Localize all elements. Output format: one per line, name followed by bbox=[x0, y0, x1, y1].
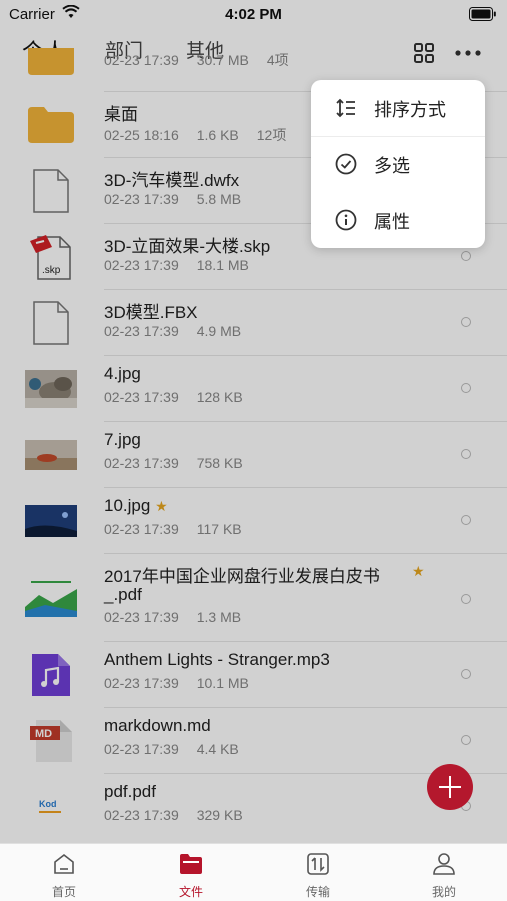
folder-nav-icon bbox=[180, 854, 202, 874]
home-icon bbox=[54, 853, 74, 874]
nav-home[interactable]: 首页 bbox=[24, 852, 104, 900]
nav-files[interactable]: 文件 bbox=[151, 852, 231, 900]
add-button[interactable] bbox=[427, 764, 473, 810]
menu-item-multi-select[interactable]: 多选 bbox=[311, 136, 485, 192]
menu-item-properties[interactable]: 属性 bbox=[311, 192, 485, 248]
info-icon bbox=[335, 209, 357, 231]
check-circle-icon bbox=[335, 153, 357, 175]
transfer-icon bbox=[307, 853, 329, 875]
sort-icon bbox=[336, 98, 355, 118]
menu-item-sort[interactable]: 排序方式 bbox=[311, 80, 485, 137]
nav-profile[interactable]: 我的 bbox=[404, 852, 484, 900]
more-options-menu: 排序方式 多选 属性 bbox=[311, 80, 485, 248]
user-icon bbox=[433, 853, 455, 875]
nav-transfer[interactable]: 传输 bbox=[278, 852, 358, 900]
bottom-nav: 首页 文件 传输 我的 bbox=[0, 843, 507, 901]
